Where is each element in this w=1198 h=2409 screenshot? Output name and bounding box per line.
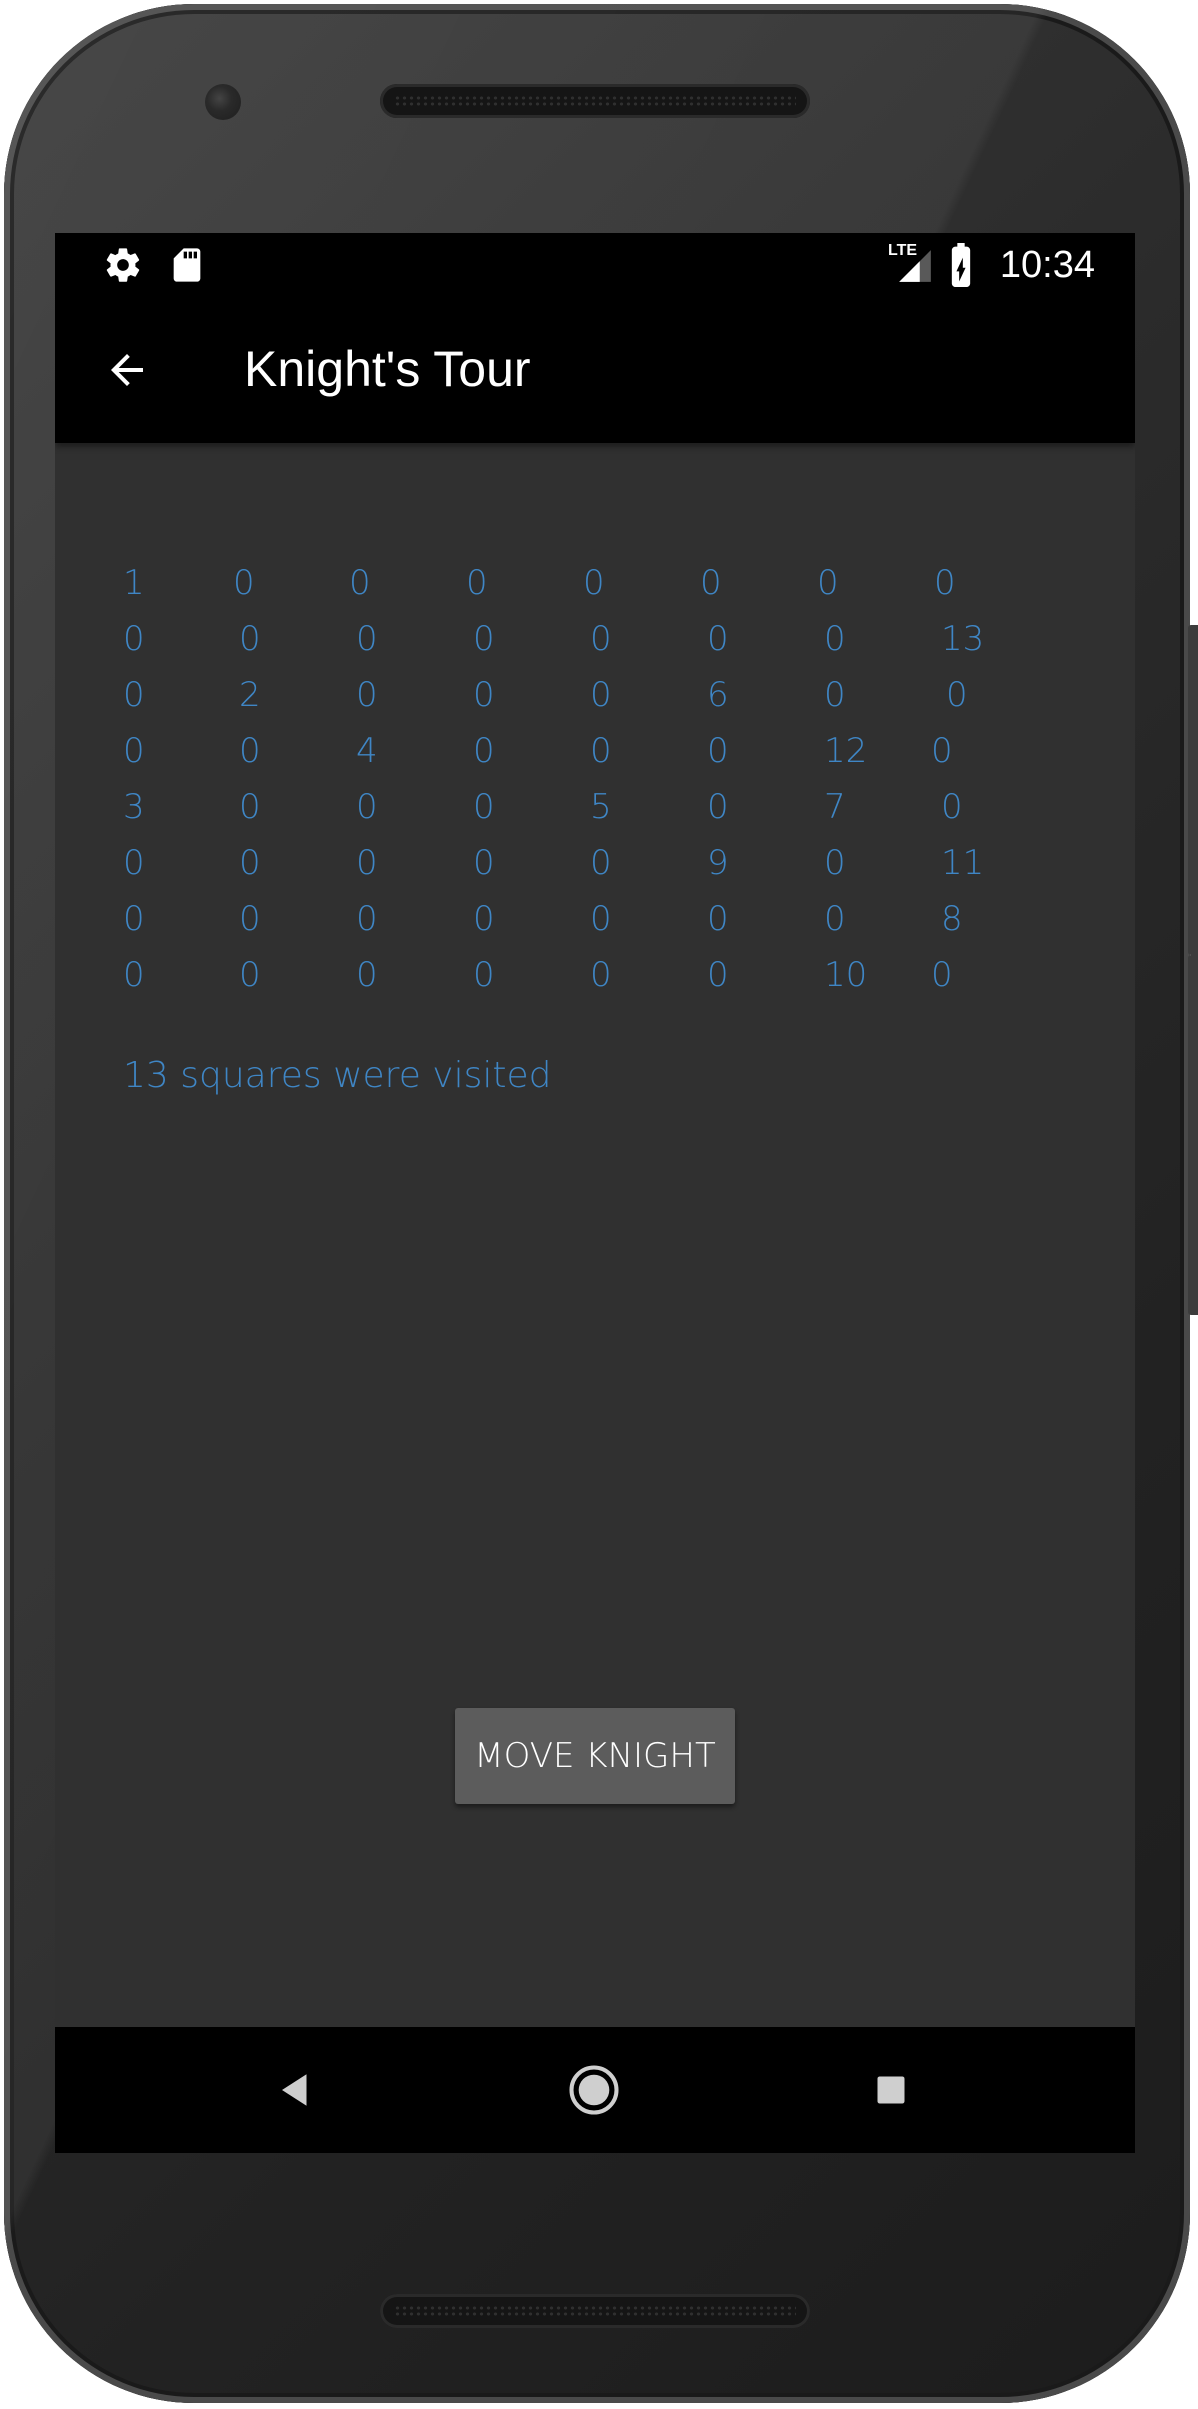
board-cell: 0: [934, 563, 956, 603]
board-cell: 0: [824, 619, 846, 659]
visited-count-text: 13 squares were visited: [123, 1055, 552, 1096]
board-cell: 0: [707, 955, 729, 995]
board-cell: 0: [824, 843, 846, 883]
lte-signal-icon: [899, 250, 931, 282]
board-cell: 6: [707, 675, 729, 715]
board-cell: 4: [356, 731, 378, 771]
board-row: 0 2 0 0 0 6 0 0: [123, 667, 1043, 723]
board-cell: 0: [356, 787, 378, 827]
knight-board: 1 0 0 0 0 0 0 0 0 0 0 0 0 0 0 13 0 2 0 0…: [123, 555, 1043, 1003]
power-button: [1188, 955, 1198, 1315]
navigation-bar: [55, 2027, 1135, 2153]
board-cell: 0: [707, 787, 729, 827]
board-cell: 0: [239, 731, 261, 771]
board-cell: 0: [931, 955, 953, 995]
board-cell: 0: [349, 563, 371, 603]
board-cell: 0: [123, 675, 145, 715]
board-cell: 0: [239, 619, 261, 659]
board-cell: 0: [473, 731, 495, 771]
board-cell: 11: [941, 843, 985, 883]
board-cell: 0: [824, 899, 846, 939]
board-cell: 0: [817, 563, 839, 603]
bottom-speaker: [380, 2294, 810, 2328]
board-row: 0 0 4 0 0 0 12 0: [123, 723, 1043, 779]
board-cell: 0: [583, 563, 605, 603]
board-cell: 12: [824, 731, 868, 771]
board-cell: 0: [707, 899, 729, 939]
board-cell: 0: [707, 731, 729, 771]
app-screen: LTE 10:34 Knight's Tour 1 0 0 0 0 0 0 0 …: [55, 233, 1135, 2153]
board-cell: 0: [590, 619, 612, 659]
board-cell: 5: [590, 787, 612, 827]
board-cell: 0: [590, 675, 612, 715]
board-cell: 7: [824, 787, 846, 827]
board-row: 0 0 0 0 0 0 10 0: [123, 947, 1043, 1003]
board-cell: 0: [931, 731, 953, 771]
board-cell: 0: [824, 675, 846, 715]
nav-home-icon[interactable]: [567, 2063, 621, 2117]
board-cell: 0: [700, 563, 722, 603]
board-cell: 0: [473, 675, 495, 715]
board-cell: 0: [123, 619, 145, 659]
board-cell: 8: [941, 899, 963, 939]
board-row: 0 0 0 0 0 0 0 13: [123, 611, 1043, 667]
board-cell: 1: [123, 563, 145, 603]
board-cell: 0: [590, 731, 612, 771]
board-cell: 2: [239, 675, 261, 715]
board-cell: 0: [239, 787, 261, 827]
board-cell: 0: [473, 619, 495, 659]
move-knight-button[interactable]: MOVE KNIGHT: [455, 1708, 735, 1804]
board-row: 0 0 0 0 0 9 0 11: [123, 835, 1043, 891]
board-cell: 0: [590, 899, 612, 939]
board-cell: 0: [707, 619, 729, 659]
board-cell: 0: [473, 787, 495, 827]
status-bar: LTE 10:34: [55, 233, 1135, 296]
nav-recents-icon[interactable]: [873, 2072, 909, 2108]
board-cell: 0: [356, 899, 378, 939]
board-cell: 9: [707, 843, 729, 883]
app-toolbar: Knight's Tour: [55, 296, 1135, 443]
status-clock: 10:34: [999, 244, 1095, 286]
battery-charging-icon: [951, 243, 971, 287]
board-cell: 0: [590, 843, 612, 883]
front-camera: [205, 84, 241, 120]
board-cell: 0: [941, 787, 963, 827]
board-cell: 10: [824, 955, 868, 995]
board-cell: 0: [356, 619, 378, 659]
board-cell: 0: [123, 843, 145, 883]
board-cell: 13: [941, 619, 985, 659]
board-cell: 0: [356, 675, 378, 715]
settings-icon: [106, 248, 140, 282]
board-row: 0 0 0 0 0 0 0 8: [123, 891, 1043, 947]
nav-back-icon[interactable]: [275, 2069, 317, 2111]
board-cell: 0: [233, 563, 255, 603]
board-row: 3 0 0 0 5 0 7 0: [123, 779, 1043, 835]
board-cell: 0: [466, 563, 488, 603]
board-cell: 0: [123, 899, 145, 939]
board-cell: 0: [946, 675, 968, 715]
board-cell: 0: [239, 899, 261, 939]
board-cell: 0: [356, 843, 378, 883]
volume-button: [1188, 625, 1198, 955]
board-cell: 0: [473, 843, 495, 883]
board-cell: 0: [473, 899, 495, 939]
board-cell: 0: [123, 731, 145, 771]
top-speaker: [380, 84, 810, 118]
sd-card-icon: [173, 248, 201, 282]
board-cell: 0: [473, 955, 495, 995]
board-cell: 0: [239, 843, 261, 883]
board-cell: 0: [123, 955, 145, 995]
toolbar-title: Knight's Tour: [244, 341, 531, 397]
board-cell: 0: [239, 955, 261, 995]
board-row: 1 0 0 0 0 0 0 0: [123, 555, 1043, 611]
arrow-back-icon[interactable]: [103, 346, 151, 394]
board-cell: 0: [356, 955, 378, 995]
board-cell: 3: [123, 787, 145, 827]
board-cell: 0: [590, 955, 612, 995]
